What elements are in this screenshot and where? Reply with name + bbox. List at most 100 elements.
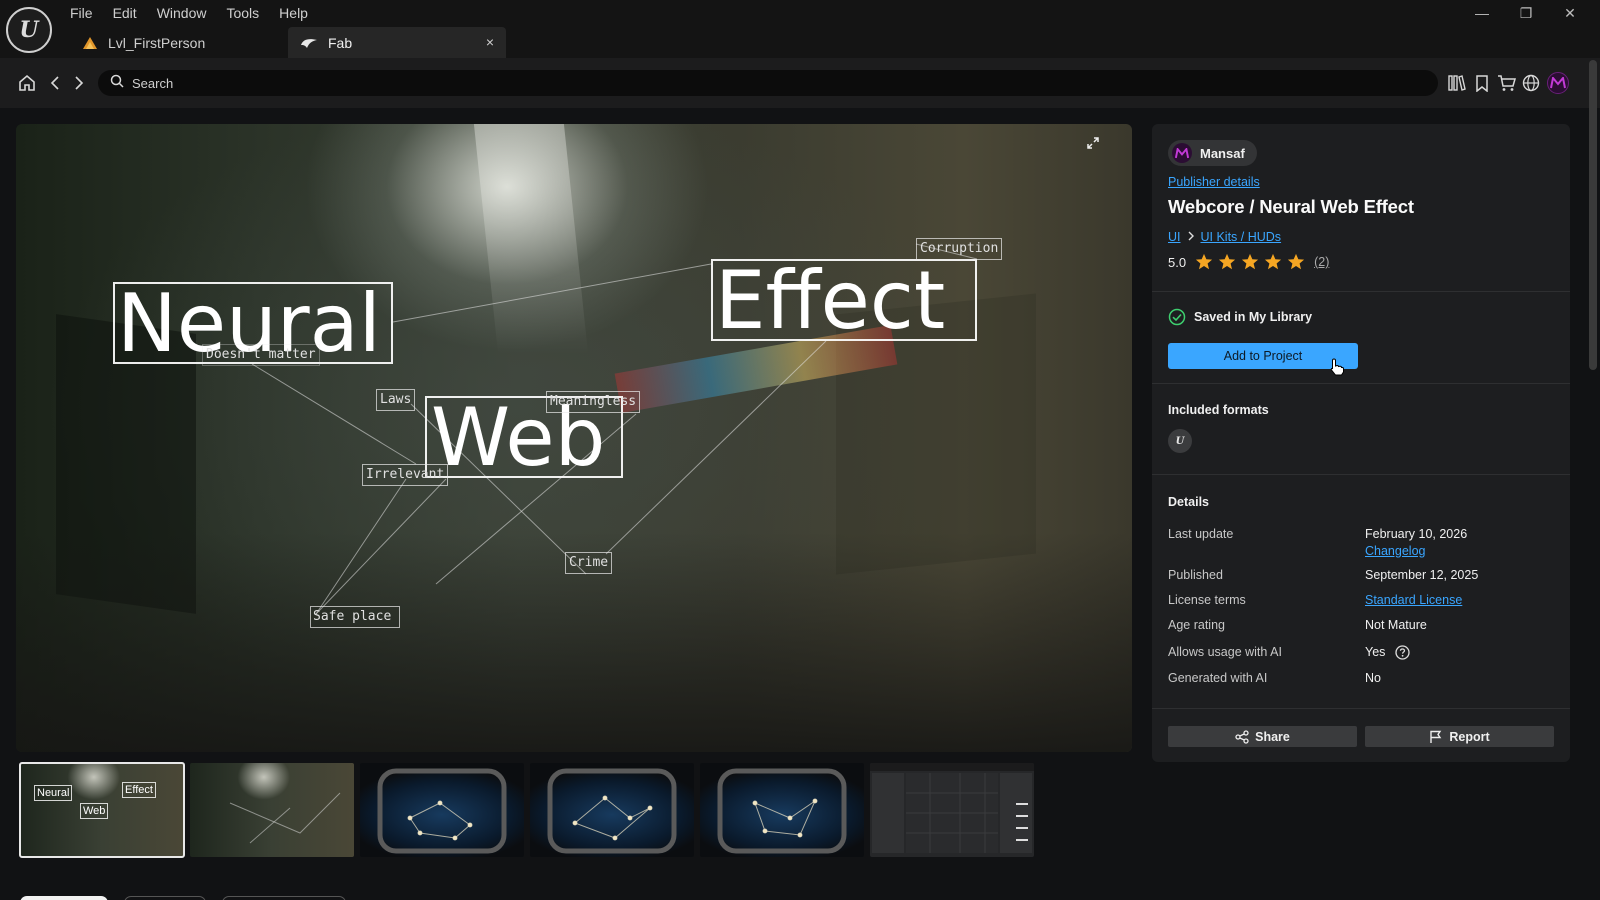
thumbnail-word-web: Web	[80, 803, 109, 819]
search-input[interactable]	[132, 75, 1332, 91]
thumbnail-word-effect: Effect	[122, 782, 156, 798]
star-icon	[1241, 253, 1259, 270]
license-label: License terms	[1168, 593, 1246, 607]
report-button[interactable]: Report	[1365, 726, 1554, 747]
close-tab-icon[interactable]: ×	[486, 34, 494, 50]
section-tab-3[interactable]	[222, 896, 346, 900]
thumbnail-4[interactable]	[530, 763, 694, 857]
divider	[1152, 708, 1570, 709]
thumbnail-6[interactable]	[870, 763, 1034, 857]
thumbnail-strip: Neural Effect Web	[19, 762, 1034, 858]
thumbnail-6-editor	[870, 763, 1034, 853]
editor-tabs: Lvl_FirstPerson Fab ×	[70, 27, 506, 58]
help-icon[interactable]	[1395, 645, 1410, 660]
tab-level-label: Lvl_FirstPerson	[108, 34, 206, 51]
thumbnail-word-neural: Neural	[34, 785, 73, 801]
saved-label: Saved in My Library	[1194, 310, 1313, 324]
hero-word-effect: Effect	[711, 259, 977, 341]
included-formats-heading: Included formats	[1168, 403, 1269, 417]
thumbnail-3[interactable]	[360, 763, 524, 857]
unreal-format-icon: U	[1168, 429, 1192, 453]
thumbnail-5-network	[717, 768, 847, 854]
saved-status: Saved in My Library	[1168, 308, 1312, 326]
rating-value: 5.0	[1168, 254, 1187, 270]
last-update-value: February 10, 2026	[1365, 527, 1468, 541]
breadcrumb-ui-kits[interactable]: UI Kits / HUDs	[1201, 230, 1282, 244]
search-bar[interactable]	[98, 70, 1438, 96]
hero-tag-irrelevant: Irrelevant	[362, 464, 449, 486]
menu-bar: File Edit Window Tools Help	[60, 3, 318, 23]
level-icon	[82, 36, 98, 50]
home-icon[interactable]	[15, 71, 39, 95]
hero-image[interactable]: Neural Effect Web Corruption Doesn't mat…	[16, 124, 1132, 752]
forward-icon[interactable]	[66, 71, 90, 95]
globe-icon[interactable]	[1520, 72, 1542, 94]
tab-fab[interactable]: Fab ×	[288, 27, 506, 58]
product-title: Webcore / Neural Web Effect	[1168, 196, 1414, 217]
check-circle-icon	[1168, 308, 1186, 326]
changelog-link[interactable]: Changelog	[1365, 544, 1425, 558]
ai-usage-value: Yes	[1365, 645, 1386, 659]
category-breadcrumb: UI UI Kits / HUDs	[1168, 230, 1281, 244]
published-label: Published	[1168, 568, 1223, 582]
unreal-engine-logo[interactable]: U	[6, 7, 52, 53]
expand-icon[interactable]	[1082, 132, 1104, 154]
star-icon	[1195, 253, 1213, 270]
share-button[interactable]: Share	[1168, 726, 1357, 747]
product-panel: Mansaf Publisher details Webcore / Neura…	[1152, 124, 1570, 762]
menu-tools[interactable]: Tools	[216, 3, 269, 23]
back-icon[interactable]	[44, 71, 68, 95]
hero-tag-doesnt-matter: Doesn't matter	[202, 344, 320, 366]
star-icon	[1287, 253, 1305, 270]
section-tabs	[20, 896, 346, 900]
ai-generated-value: No	[1365, 671, 1381, 685]
star-icon	[1264, 253, 1282, 270]
publisher-details-link[interactable]: Publisher details	[1168, 175, 1260, 189]
hero-tag-corruption: Corruption	[916, 238, 1003, 260]
close-window-button[interactable]: ✕	[1548, 2, 1592, 24]
details-heading: Details	[1168, 495, 1209, 509]
publisher-name: Mansaf	[1200, 145, 1245, 161]
breadcrumb-ui[interactable]: UI	[1168, 230, 1181, 244]
thumbnail-2-lines	[229, 792, 341, 844]
thumbnail-5[interactable]	[700, 763, 864, 857]
page-scrollbar[interactable]	[1589, 60, 1597, 370]
cart-icon[interactable]	[1496, 72, 1518, 94]
hero-tag-safe-place: Safe place	[310, 606, 401, 628]
thumbnail-1[interactable]: Neural Effect Web	[19, 762, 185, 858]
published-value: September 12, 2025	[1365, 568, 1479, 582]
rating-count-link[interactable]: (2)	[1314, 255, 1329, 269]
last-update-label: Last update	[1168, 527, 1234, 541]
user-avatar[interactable]	[1547, 72, 1569, 94]
publisher-chip[interactable]: Mansaf	[1168, 140, 1257, 166]
thumbnail-3-network	[377, 768, 507, 854]
hero-tag-crime: Crime	[565, 552, 613, 574]
section-tab-2[interactable]	[124, 896, 206, 900]
title-bar: U File Edit Window Tools Help — ❐ ✕ Lvl_…	[0, 0, 1600, 58]
tab-fab-label: Fab	[328, 34, 353, 51]
menu-file[interactable]: File	[60, 3, 103, 23]
chevron-right-icon	[1187, 230, 1195, 244]
fab-icon	[300, 37, 318, 49]
minimize-button[interactable]: —	[1460, 2, 1504, 24]
thumbnail-2[interactable]	[190, 763, 354, 857]
share-icon	[1235, 729, 1249, 744]
tab-level[interactable]: Lvl_FirstPerson	[70, 27, 288, 58]
menu-help[interactable]: Help	[269, 3, 318, 23]
menu-window[interactable]: Window	[147, 3, 217, 23]
report-label: Report	[1449, 729, 1490, 744]
hero-tag-meaningless: Meaningless	[546, 391, 641, 413]
age-rating-label: Age rating	[1168, 618, 1225, 632]
restore-button[interactable]: ❐	[1504, 2, 1548, 24]
library-icon[interactable]	[1446, 72, 1468, 94]
divider	[1152, 383, 1570, 384]
section-tab-1[interactable]	[20, 896, 108, 900]
rating-row: 5.0 (2)	[1168, 253, 1329, 271]
publisher-avatar	[1172, 143, 1192, 163]
flag-icon	[1430, 730, 1442, 743]
bookmark-icon[interactable]	[1471, 72, 1493, 94]
browser-toolbar	[0, 58, 1600, 108]
ai-usage-row: Yes	[1365, 645, 1410, 660]
menu-edit[interactable]: Edit	[103, 3, 147, 23]
license-link[interactable]: Standard License	[1365, 593, 1462, 607]
